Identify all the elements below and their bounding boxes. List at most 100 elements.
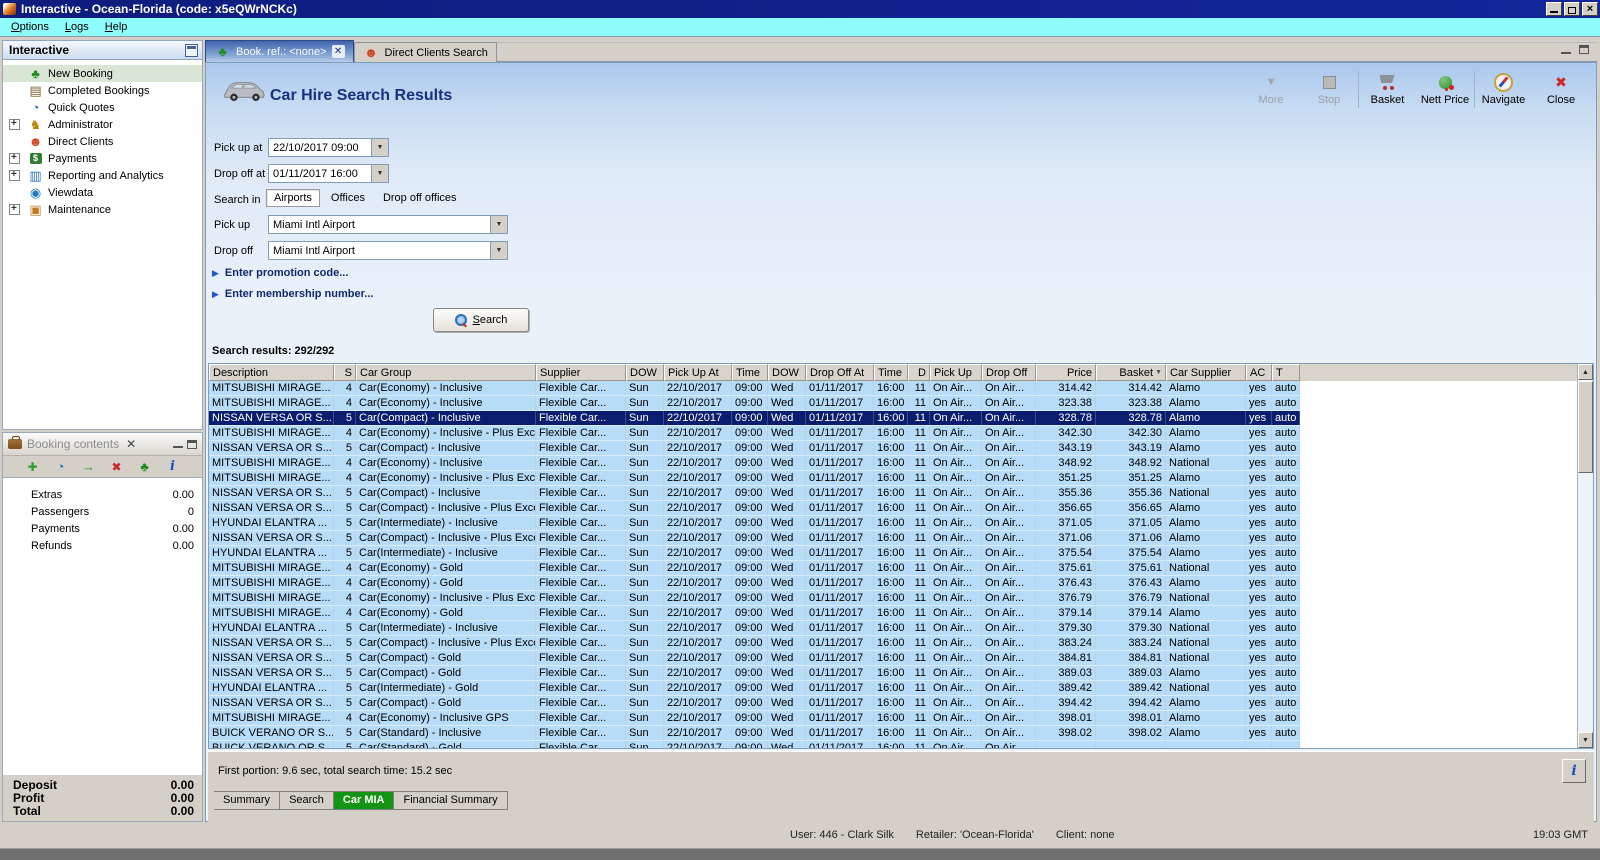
dropoff-at-field[interactable]: 01/11/2017 16:00 xyxy=(268,164,389,183)
table-row[interactable]: NISSAN VERSA OR S... 5 Car(Compact) - In… xyxy=(209,531,1300,546)
dropoff-at-value[interactable]: 01/11/2017 16:00 xyxy=(269,168,371,180)
tab-booking-ref[interactable]: Book. ref.: <none> ✕ xyxy=(205,40,354,62)
menu-options[interactable]: Options xyxy=(4,20,56,34)
move-to-basket-icon[interactable] xyxy=(80,459,97,474)
search-in-dropoff-offices[interactable]: Drop off offices xyxy=(376,190,464,206)
col-s[interactable]: S xyxy=(334,364,356,381)
tab-direct-clients-search[interactable]: Direct Clients Search ✕ xyxy=(353,42,497,62)
col-basket[interactable]: Basket ▼ xyxy=(1096,364,1166,381)
table-row[interactable]: NISSAN VERSA OR S... 5 Car(Compact) - In… xyxy=(209,501,1300,516)
search-in-offices[interactable]: Offices xyxy=(324,190,372,206)
panel-maximize-icon[interactable] xyxy=(1579,45,1589,54)
navigate-button[interactable]: Navigate xyxy=(1474,71,1532,108)
col-d[interactable]: D xyxy=(908,364,930,381)
sidebar-item-payments[interactable]: Payments xyxy=(3,150,202,167)
pickup-value[interactable]: Miami Intl Airport xyxy=(269,219,490,231)
table-row[interactable]: MITSUBISHI MIRAGE... 4 Car(Economy) - In… xyxy=(209,426,1300,441)
menu-logs[interactable]: Logs xyxy=(58,20,96,34)
pickup-at-dropdown-icon[interactable] xyxy=(371,139,388,156)
col-description[interactable]: Description xyxy=(209,364,334,381)
pickup-dropdown-icon[interactable] xyxy=(490,216,507,233)
table-row[interactable]: MITSUBISHI MIRAGE... 4 Car(Economy) - Go… xyxy=(209,576,1300,591)
dropoff-combo[interactable]: Miami Intl Airport xyxy=(268,241,508,260)
expand-plus-icon[interactable] xyxy=(9,152,20,164)
search-button[interactable]: Search xyxy=(433,308,529,332)
col-dropoff-at[interactable]: Drop Off At xyxy=(806,364,874,381)
col-supplier[interactable]: Supplier xyxy=(536,364,626,381)
col-car-supplier[interactable]: Car Supplier xyxy=(1166,364,1246,381)
booking-contents-maximize-icon[interactable] xyxy=(187,439,197,449)
col-pickup-at[interactable]: Pick Up At xyxy=(664,364,732,381)
dropoff-dropdown-icon[interactable] xyxy=(490,242,507,259)
table-row[interactable]: HYUNDAI ELANTRA ... 5 Car(Intermediate) … xyxy=(209,546,1300,561)
restore-button[interactable] xyxy=(1564,2,1581,16)
bottom-tab-search[interactable]: Search xyxy=(280,791,334,810)
booking-contents-minimize-icon[interactable] xyxy=(173,440,183,448)
delete-icon[interactable] xyxy=(108,459,125,474)
promotion-code-expander[interactable]: Enter promotion code... xyxy=(212,267,348,279)
booking-contents-close-icon[interactable]: ✕ xyxy=(126,438,136,450)
expand-plus-icon[interactable] xyxy=(9,203,20,215)
table-row[interactable]: HYUNDAI ELANTRA ... 5 Car(Intermediate) … xyxy=(209,621,1300,636)
sidebar-item-quick-quotes[interactable]: Quick Quotes xyxy=(3,99,202,116)
col-dow-dropoff[interactable]: DOW xyxy=(768,364,806,381)
sidebar-item-administrator[interactable]: Administrator xyxy=(3,116,202,133)
table-row[interactable]: MITSUBISHI MIRAGE... 4 Car(Economy) - Go… xyxy=(209,561,1300,576)
table-row[interactable]: MITSUBISHI MIRAGE... 4 Car(Economy) - Go… xyxy=(209,606,1300,621)
info-button[interactable]: i xyxy=(1562,759,1586,783)
holiday-icon[interactable] xyxy=(136,459,153,474)
expand-plus-icon[interactable] xyxy=(9,169,20,181)
col-car-group[interactable]: Car Group xyxy=(356,364,536,381)
col-pickup-loc[interactable]: Pick Up xyxy=(930,364,982,381)
col-dropoff-loc[interactable]: Drop Off xyxy=(982,364,1036,381)
basket-button[interactable]: Basket xyxy=(1358,71,1416,108)
bottom-tab-car-mia[interactable]: Car MIA xyxy=(333,791,395,810)
table-row[interactable]: MITSUBISHI MIRAGE... 4 Car(Economy) - In… xyxy=(209,396,1300,411)
nett-price-button[interactable]: Nett Price xyxy=(1416,71,1474,108)
sidebar-item-new-booking[interactable]: New Booking xyxy=(3,65,202,82)
vertical-scrollbar[interactable]: ▲ ▼ xyxy=(1577,364,1593,748)
sidebar-item-reporting[interactable]: Reporting and Analytics xyxy=(3,167,202,184)
col-time-dropoff[interactable]: Time xyxy=(874,364,908,381)
sidebar-item-viewdata[interactable]: Viewdata xyxy=(3,184,202,201)
add-icon[interactable] xyxy=(24,459,41,474)
minimize-button[interactable] xyxy=(1546,2,1562,16)
table-row[interactable]: BUICK VERANO OR S... 5 Car(Standard) - G… xyxy=(209,741,1300,748)
table-row[interactable]: NISSAN VERSA OR S... 5 Car(Compact) - In… xyxy=(209,486,1300,501)
table-row[interactable]: HYUNDAI ELANTRA ... 5 Car(Intermediate) … xyxy=(209,516,1300,531)
table-row[interactable]: MITSUBISHI MIRAGE... 4 Car(Economy) - In… xyxy=(209,711,1300,726)
scroll-down-icon[interactable]: ▼ xyxy=(1578,732,1593,748)
bottom-tab-financial-summary[interactable]: Financial Summary xyxy=(394,791,508,810)
world-clock-icon[interactable] xyxy=(52,459,69,474)
panel-minimize-icon[interactable] xyxy=(1561,46,1571,54)
collapse-panel-icon[interactable] xyxy=(185,43,198,57)
bottom-tab-summary[interactable]: Summary xyxy=(214,791,281,810)
table-row[interactable]: BUICK VERANO OR S... 5 Car(Standard) - I… xyxy=(209,726,1300,741)
col-t[interactable]: T xyxy=(1272,364,1300,381)
table-row[interactable]: NISSAN VERSA OR S... 5 Car(Compact) - Go… xyxy=(209,666,1300,681)
info-icon[interactable] xyxy=(164,459,181,474)
table-row[interactable]: MITSUBISHI MIRAGE... 4 Car(Economy) - In… xyxy=(209,591,1300,606)
table-row[interactable]: MITSUBISHI MIRAGE... 4 Car(Economy) - In… xyxy=(209,456,1300,471)
pickup-at-field[interactable]: 22/10/2017 09:00 xyxy=(268,138,389,157)
menu-help[interactable]: Help xyxy=(98,20,135,34)
tab-close-icon[interactable]: ✕ xyxy=(331,45,345,58)
pickup-combo[interactable]: Miami Intl Airport xyxy=(268,215,508,234)
col-time-pickup[interactable]: Time xyxy=(732,364,768,381)
table-row[interactable]: NISSAN VERSA OR S... 5 Car(Compact) - In… xyxy=(209,411,1300,426)
membership-number-expander[interactable]: Enter membership number... xyxy=(212,288,374,300)
close-button[interactable]: Close xyxy=(1532,71,1590,108)
col-dow-pickup[interactable]: DOW xyxy=(626,364,664,381)
scroll-up-icon[interactable]: ▲ xyxy=(1578,364,1593,380)
table-row[interactable]: NISSAN VERSA OR S... 5 Car(Compact) - In… xyxy=(209,441,1300,456)
dropoff-value[interactable]: Miami Intl Airport xyxy=(269,245,490,257)
table-row[interactable]: NISSAN VERSA OR S... 5 Car(Compact) - In… xyxy=(209,636,1300,651)
stop-button[interactable]: Stop xyxy=(1300,71,1358,108)
dropoff-at-dropdown-icon[interactable] xyxy=(371,165,388,182)
sidebar-item-direct-clients[interactable]: Direct Clients xyxy=(3,133,202,150)
table-row[interactable]: NISSAN VERSA OR S... 5 Car(Compact) - Go… xyxy=(209,696,1300,711)
col-price[interactable]: Price xyxy=(1036,364,1096,381)
col-ac[interactable]: AC xyxy=(1246,364,1272,381)
table-row[interactable]: HYUNDAI ELANTRA ... 5 Car(Intermediate) … xyxy=(209,681,1300,696)
sidebar-item-maintenance[interactable]: Maintenance xyxy=(3,201,202,218)
